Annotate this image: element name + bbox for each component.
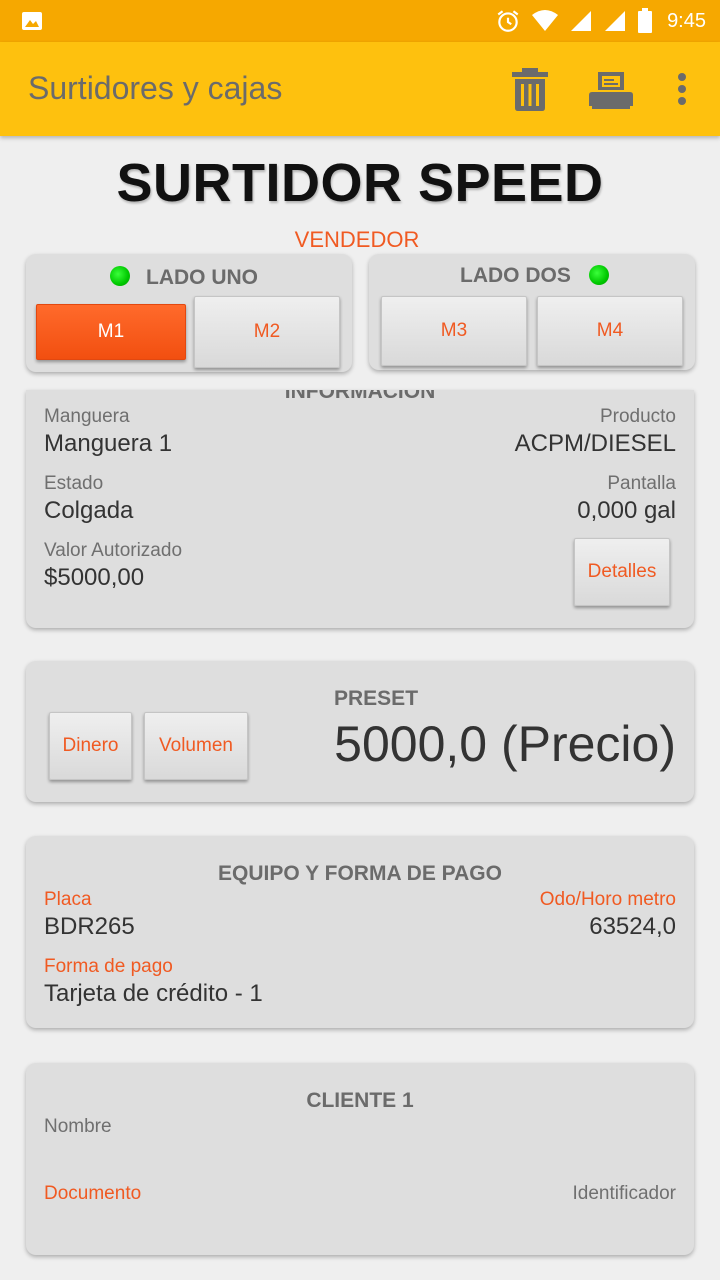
status-led-icon (589, 265, 609, 285)
valor-autorizado-label: Valor Autorizado (44, 540, 183, 561)
app-title: Surtidores y cajas (28, 70, 283, 106)
cliente-card: CLIENTE 1 Nombre Documento Identificador (26, 1063, 694, 1255)
manguera-label: Manguera (44, 406, 130, 427)
odometro-label: Odo/Horo metro (539, 889, 676, 910)
status-bar: 9:45 (0, 0, 720, 42)
app-bar: Surtidores y cajas (0, 42, 720, 136)
odometro-value: 63524,0 (589, 913, 676, 940)
m4-button[interactable]: M4 (537, 296, 683, 366)
preset-card: PRESET Dinero Volumen 5000,0 (Precio) (26, 661, 694, 802)
lado-dos-card: LADO DOS M3 M4 (369, 254, 695, 370)
estado-value: Colgada (44, 497, 134, 524)
status-led-icon (110, 266, 130, 286)
page-title: SURTIDOR SPEED (116, 153, 604, 213)
informacion-title: INFORMACIÓN (284, 390, 436, 403)
signal-icon (571, 11, 592, 31)
dinero-button[interactable]: Dinero (49, 712, 132, 780)
m1-button[interactable]: M1 (36, 304, 186, 360)
estado-label: Estado (44, 473, 104, 494)
signal-2-icon (605, 11, 626, 31)
placa-label: Placa (44, 889, 92, 910)
image-notification-icon (22, 12, 42, 30)
pantalla-label: Pantalla (607, 473, 676, 494)
documento-label: Documento (44, 1183, 142, 1204)
manguera-value: Manguera 1 (44, 430, 173, 457)
vendedor-label: VENDEDOR (294, 227, 420, 252)
status-time: 9:45 (667, 9, 706, 32)
cliente-title: CLIENTE 1 (306, 1089, 414, 1112)
forma-pago-value: Tarjeta de crédito - 1 (44, 980, 263, 1007)
equipo-title: EQUIPO Y FORMA DE PAGO (218, 862, 502, 885)
wifi-icon (532, 10, 559, 31)
printer-icon[interactable] (588, 70, 634, 110)
pantalla-value: 0,000 gal (577, 497, 676, 524)
equipo-card: EQUIPO Y FORMA DE PAGO Placa BDR265 Odo/… (26, 836, 694, 1028)
placa-value: BDR265 (44, 913, 135, 940)
informacion-card: INFORMACIÓN Manguera Manguera 1 Producto… (26, 390, 694, 628)
valor-autorizado-value: $5000,00 (44, 564, 145, 591)
m3-button[interactable]: M3 (381, 296, 527, 366)
identificador-label: Identificador (572, 1183, 676, 1204)
more-vert-icon[interactable] (672, 72, 692, 106)
nombre-label: Nombre (44, 1116, 112, 1137)
producto-value: ACPM/DIESEL (514, 430, 676, 457)
lado-uno-card: LADO UNO M1 M2 (26, 254, 352, 372)
trash-icon[interactable] (510, 66, 550, 112)
forma-pago-label: Forma de pago (44, 956, 173, 977)
lado-dos-title: LADO DOS (460, 264, 571, 287)
alarm-icon (497, 10, 519, 32)
preset-title: PRESET (334, 687, 419, 710)
lado-uno-title: LADO UNO (146, 266, 258, 289)
battery-icon (638, 8, 653, 33)
m2-button[interactable]: M2 (194, 296, 340, 368)
preset-value: 5000,0 (Precio) (334, 716, 676, 772)
detalles-button[interactable]: Detalles (574, 538, 670, 606)
volumen-button[interactable]: Volumen (144, 712, 248, 780)
producto-label: Producto (599, 406, 676, 427)
